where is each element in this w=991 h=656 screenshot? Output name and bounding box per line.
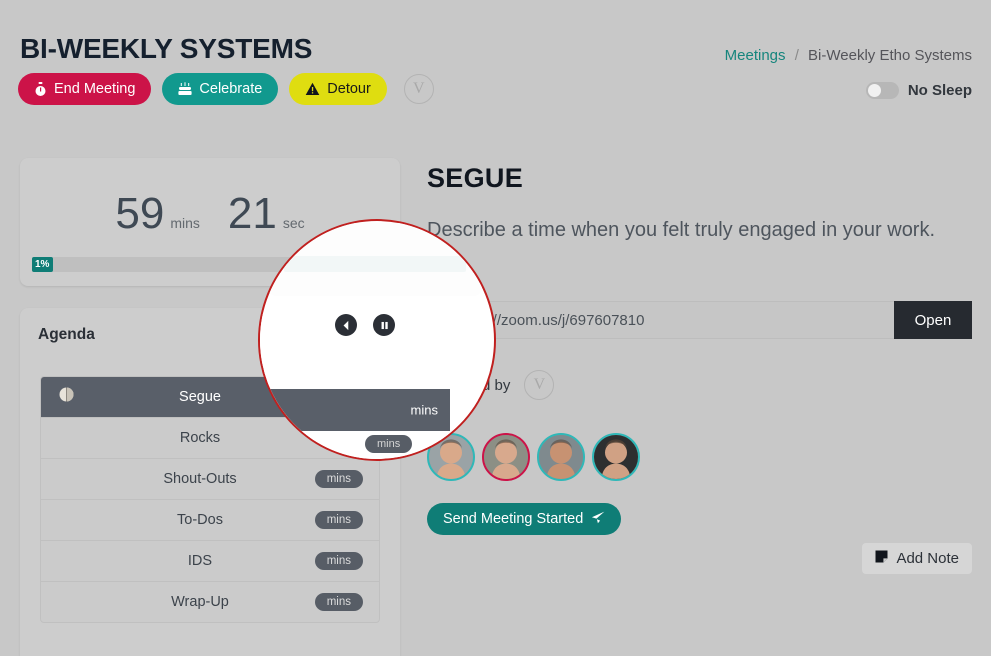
avatar[interactable] (537, 433, 585, 481)
page-title: BI-WEEKLY SYSTEMS (20, 33, 313, 64)
celebrate-label: Celebrate (199, 81, 263, 97)
open-link-button[interactable]: Open (894, 301, 972, 339)
avatar-photo (429, 435, 473, 479)
timer-seconds-value: 21 (227, 189, 277, 238)
send-meeting-started-button[interactable]: Send Meeting Started (427, 503, 622, 535)
created-by-row: Created by V (437, 370, 555, 400)
created-by-label: Created by (437, 376, 511, 394)
avatar[interactable] (482, 433, 530, 481)
meeting-link-row: Open (441, 301, 972, 339)
send-meeting-started-label: Send Meeting Started (443, 511, 584, 527)
celebrate-button[interactable]: Celebrate (162, 73, 279, 105)
detour-button[interactable]: Detour (289, 73, 387, 105)
cake-icon (178, 82, 193, 96)
half-circle-icon (59, 387, 74, 407)
note-icon (875, 550, 888, 567)
participant-avatars (427, 433, 640, 481)
detour-label: Detour (327, 81, 371, 97)
timer-minutes-unit: mins (170, 215, 200, 231)
avatar[interactable] (592, 433, 640, 481)
end-meeting-button[interactable]: End Meeting (18, 73, 152, 105)
header-action-row: End Meeting Celebrate Detour V (18, 73, 434, 105)
breadcrumb-meetings-link[interactable]: Meetings (725, 47, 786, 64)
agenda-heading: Agenda (38, 326, 95, 343)
created-by-avatar[interactable]: V (524, 370, 555, 400)
agenda-row[interactable]: To-Dos mins (41, 500, 379, 541)
agenda-list: Segue mins Rocks mins Shout-Outs mins To-Dos mi… (40, 376, 380, 623)
avatar-photo (539, 435, 583, 479)
agenda-row-duration-badge: mins (314, 429, 363, 447)
no-sleep-label: No Sleep (907, 82, 972, 99)
timer-seconds-unit: sec (282, 215, 305, 231)
timer-card: 59 mins 21 sec 1% (20, 158, 400, 286)
back-circle-icon[interactable] (332, 322, 351, 341)
timer-progress-fill: 1% (32, 257, 54, 272)
agenda-row-duration-badge: mins (314, 511, 363, 529)
stopwatch-icon (34, 81, 47, 97)
avatar[interactable] (427, 433, 475, 481)
timer-minutes-value: 59 (115, 189, 165, 238)
agenda-row-duration-badge: mins (314, 470, 363, 488)
agenda-card: Agenda Segue mins Rocks mins Shout-Outs mins T… (20, 308, 400, 656)
agenda-row[interactable]: Rocks mins (41, 418, 379, 459)
user-avatar-placeholder[interactable]: V (403, 74, 434, 104)
magnified-active-row-badge: mins (410, 402, 438, 418)
agenda-row-duration-badge: mins (314, 593, 363, 611)
agenda-row[interactable]: IDS mins (41, 541, 379, 582)
meeting-link-input[interactable] (441, 301, 894, 339)
app-root: BI-WEEKLY SYSTEMS End Meeting Celebrate … (0, 0, 991, 656)
add-note-label: Add Note (896, 550, 959, 567)
no-sleep-toggle-track[interactable] (865, 82, 899, 99)
paper-plane-icon (591, 511, 605, 528)
breadcrumb: Meetings / Bi-Weekly Etho Systems (725, 47, 972, 64)
breadcrumb-separator: / (794, 47, 799, 64)
timer-progress-bar: 1% (32, 257, 388, 272)
agenda-row[interactable]: Segue mins (41, 377, 379, 418)
agenda-controls (332, 322, 384, 341)
no-sleep-toggle-knob (867, 84, 881, 97)
agenda-row-duration-badge: mins (314, 552, 363, 570)
segue-description: Describe a time when you felt truly enga… (427, 219, 936, 241)
no-sleep-toggle[interactable]: No Sleep (865, 82, 972, 99)
timer-progress-label: 1% (35, 259, 50, 270)
agenda-row[interactable]: Shout-Outs mins (41, 459, 379, 500)
avatar-photo (484, 435, 528, 479)
pause-circle-icon[interactable] (365, 322, 384, 341)
warning-triangle-icon (305, 82, 320, 96)
avatar-photo (594, 435, 638, 479)
breadcrumb-current: Bi-Weekly Etho Systems (808, 47, 972, 64)
agenda-row[interactable]: Wrap-Up mins (41, 582, 379, 622)
segue-title: SEGUE (427, 163, 524, 193)
agenda-row-duration-badge: mins (334, 391, 359, 403)
end-meeting-label: End Meeting (54, 81, 136, 97)
timer-readout: 59 mins 21 sec (20, 192, 400, 236)
add-note-button[interactable]: Add Note (862, 543, 972, 574)
